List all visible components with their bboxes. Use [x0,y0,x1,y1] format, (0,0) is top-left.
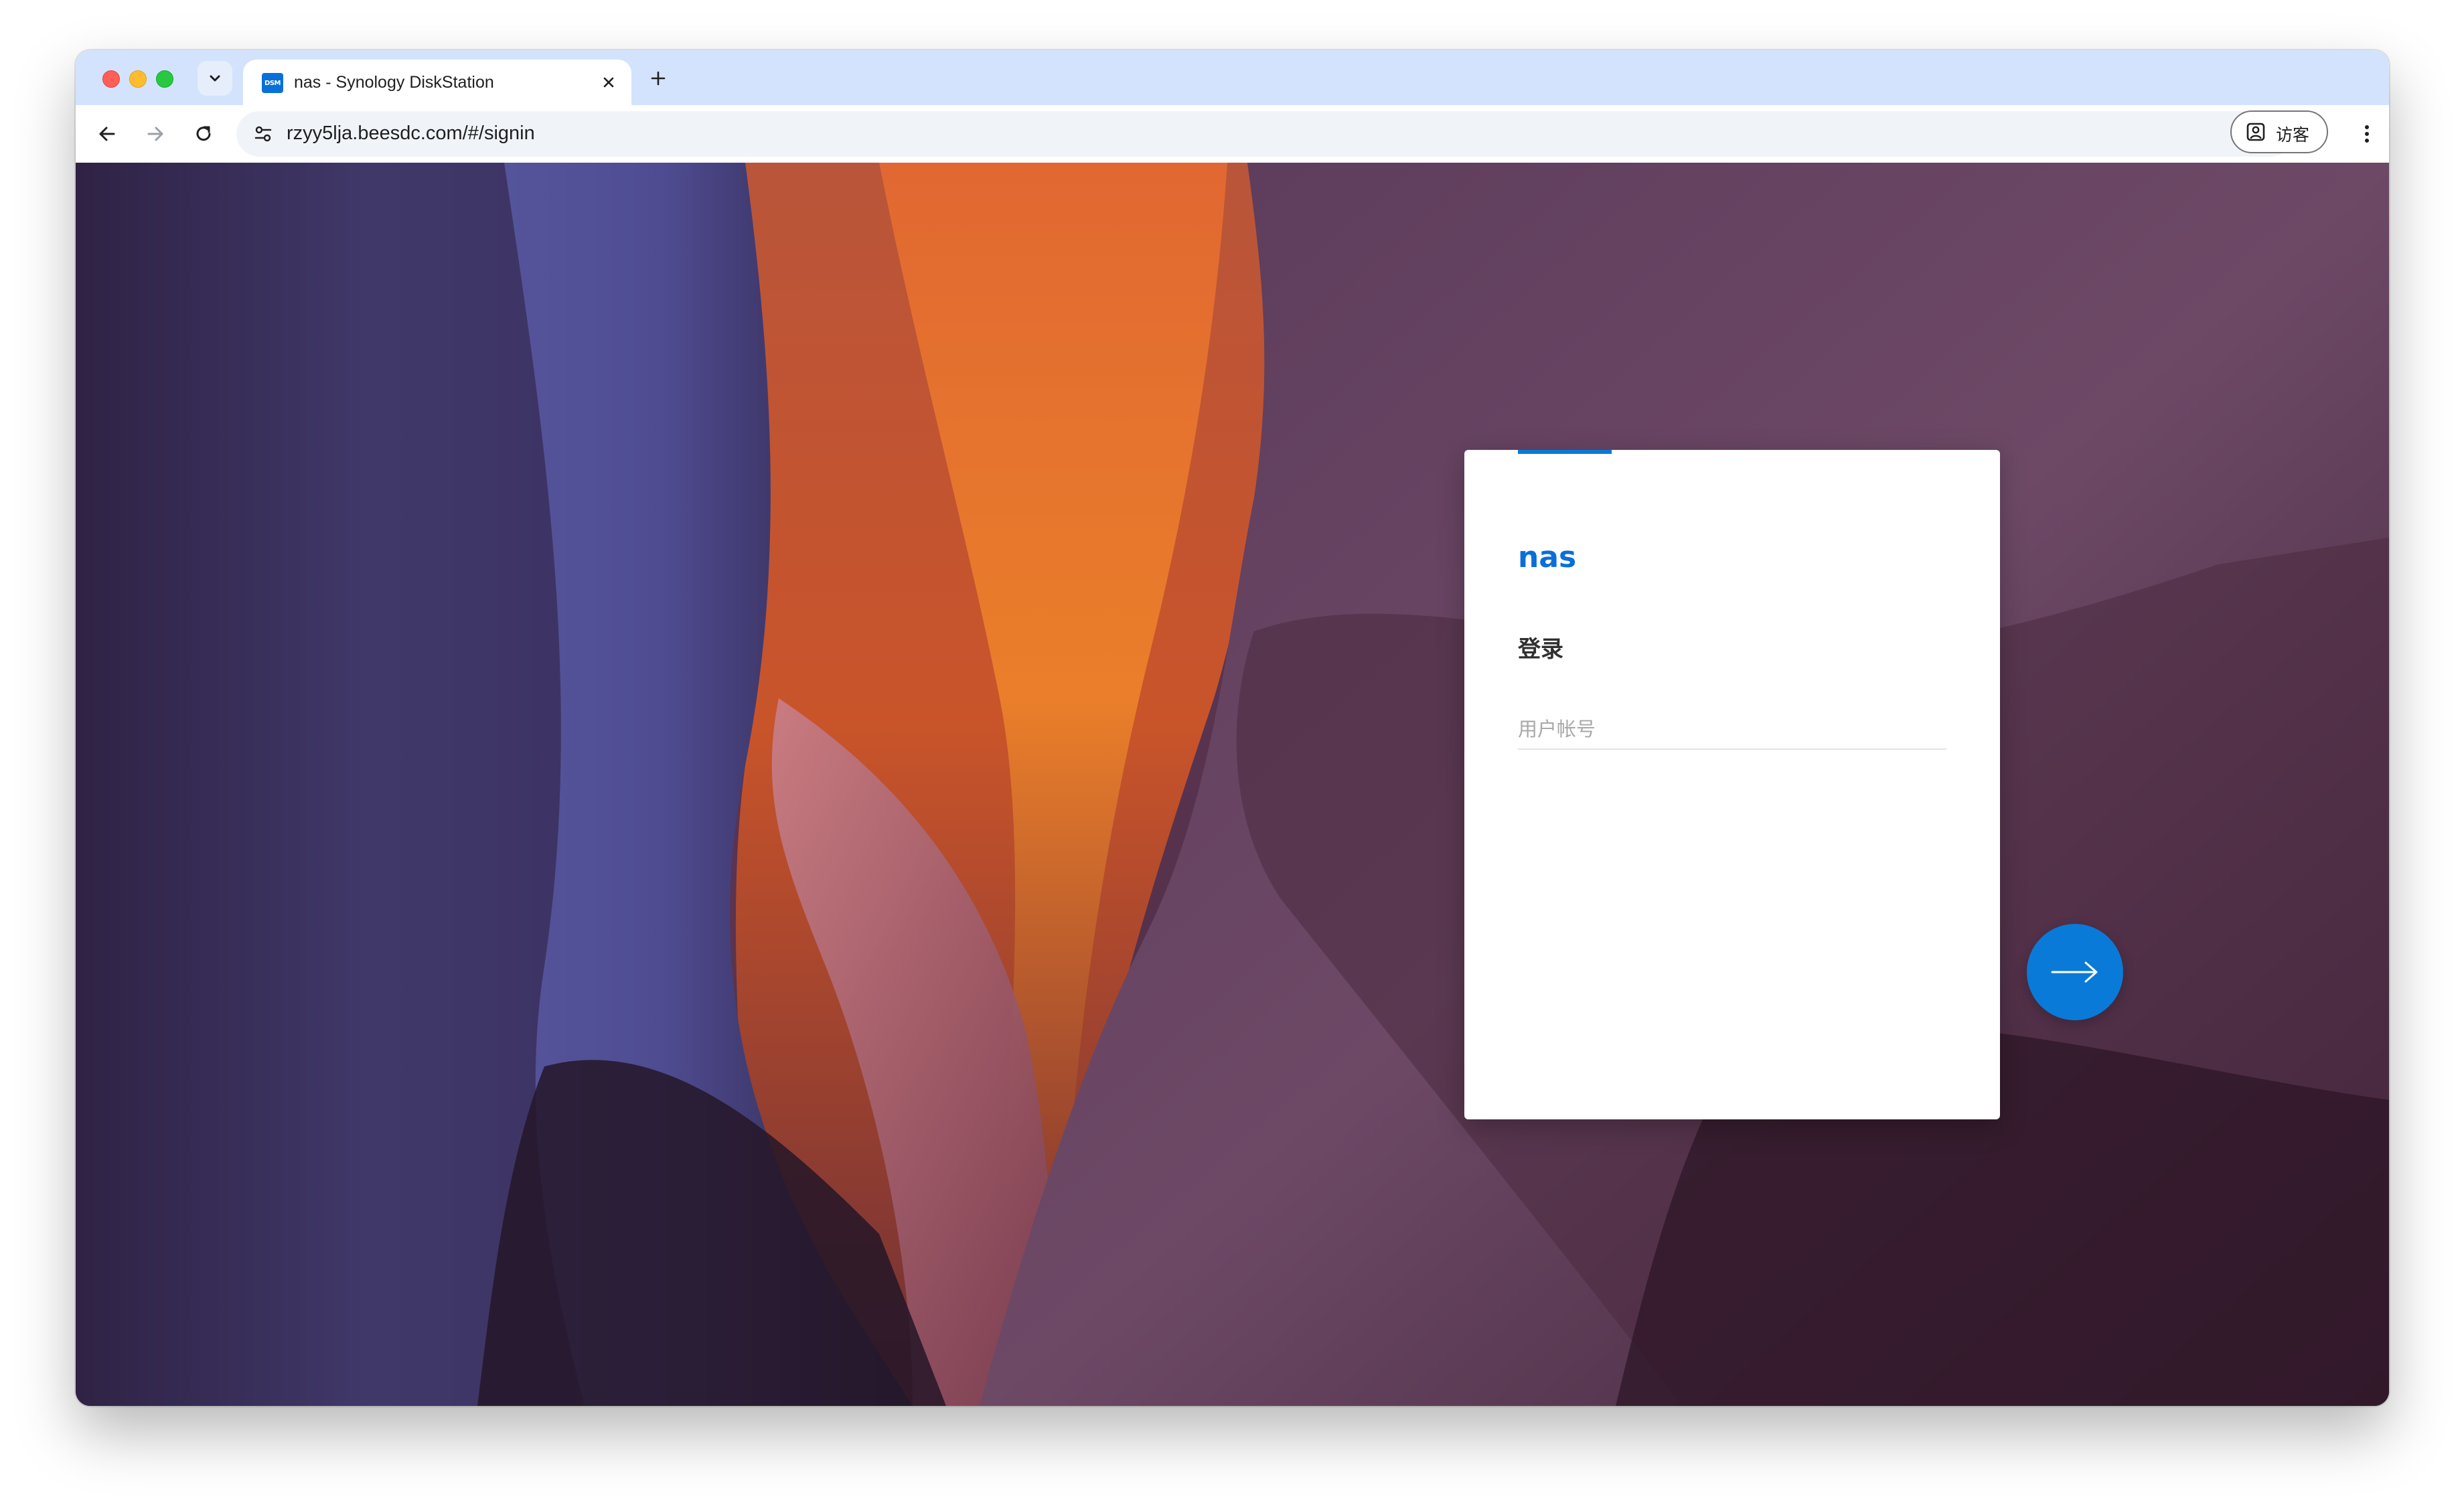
back-button[interactable] [92,118,123,149]
profile-label: 访客 [2276,125,2310,145]
plus-icon [651,71,666,86]
browser-menu-button[interactable] [2352,118,2382,149]
tab-close-button[interactable] [597,70,621,94]
forward-button[interactable] [140,118,171,149]
synology-dsm-icon: DSM [262,73,283,93]
login-card: nas 登录 [1464,450,2000,1119]
canyon-wallpaper [76,163,2389,1406]
arrow-right-icon [147,127,163,141]
tab-strip: DSM nas - Synology DiskStation [76,50,2389,105]
close-icon [603,77,614,88]
username-input[interactable] [1518,710,1946,750]
url-text[interactable]: rzyy5lja.beesdc.com/#/signin [287,123,535,145]
arrow-left-icon [99,127,115,141]
host-name: nas [1518,540,1577,574]
more-vertical-icon [2365,125,2369,143]
next-button[interactable] [2027,924,2123,1020]
tune-icon [254,126,272,142]
reload-button[interactable] [188,118,219,149]
arrow-right-icon [2051,961,2098,983]
browser-toolbar: rzyy5lja.beesdc.com/#/signin 访客 [76,105,2389,163]
browser-window: DSM nas - Synology DiskStation rzyy5lja.… [76,50,2389,1406]
close-window-button[interactable] [102,70,120,88]
browser-tab-active[interactable]: DSM nas - Synology DiskStation [243,60,631,105]
minimize-window-button[interactable] [129,70,147,88]
profile-button[interactable]: 访客 [2230,110,2328,153]
chevron-down-icon [210,75,220,82]
login-heading: 登录 [1518,636,1563,663]
maximize-window-button[interactable] [156,70,173,88]
site-info-button[interactable] [248,119,278,149]
page-viewport: nas 登录 [76,163,2389,1406]
guest-profile-icon [2245,121,2266,143]
new-tab-button[interactable] [645,65,672,92]
tab-title: nas - Synology DiskStation [294,73,494,92]
tab-search-button[interactable] [198,61,232,96]
card-accent-bar [1518,450,1612,454]
address-bar[interactable]: rzyy5lja.beesdc.com/#/signin [236,111,2293,157]
reload-icon [196,126,211,141]
